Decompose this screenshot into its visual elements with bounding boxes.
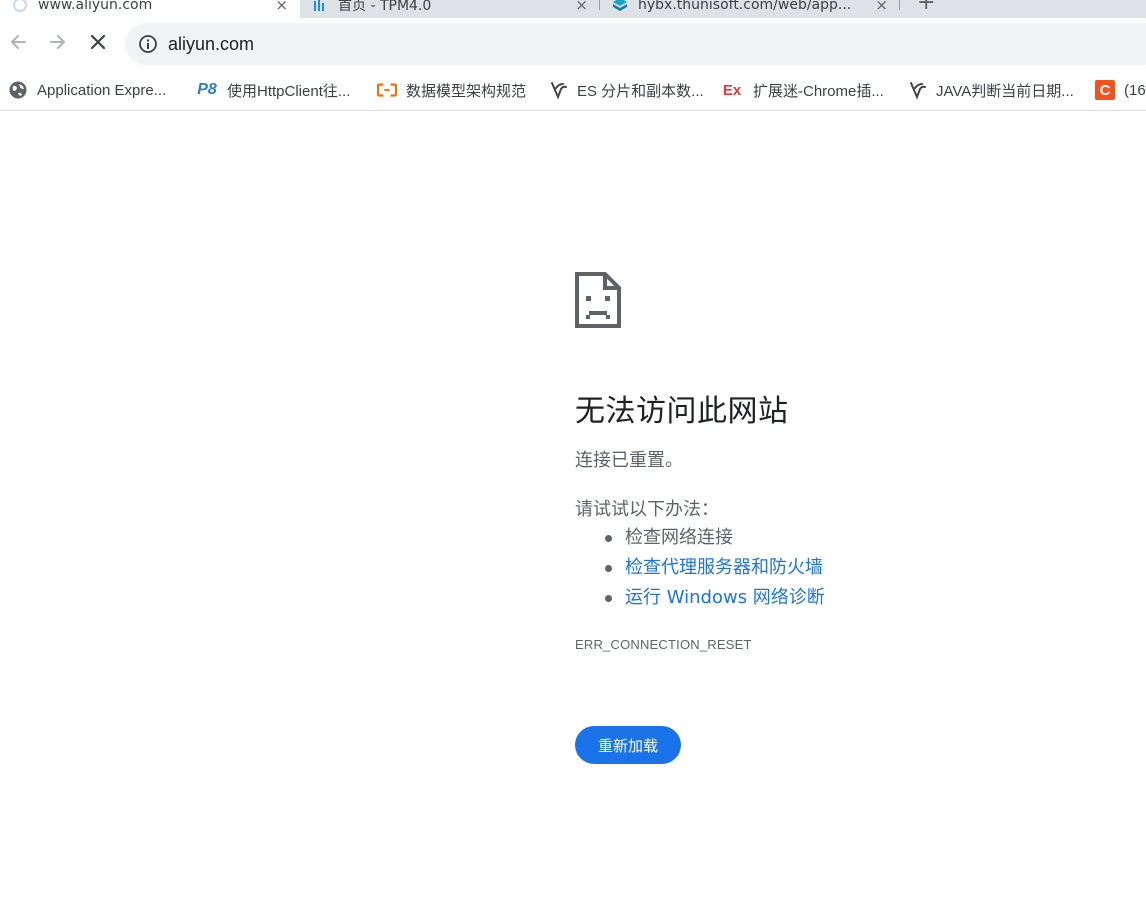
- bookmark-httpclient[interactable]: P8 使用HttpClient往...: [196, 79, 350, 101]
- bookmark-application-express[interactable]: Application Expre...: [8, 79, 166, 101]
- bookmark-extfans[interactable]: Ex 扩展迷-Chrome插...: [720, 79, 884, 101]
- forward-button[interactable]: [44, 28, 72, 56]
- close-icon: [90, 34, 106, 50]
- suggestions-list: 检查网络连接 检查代理服务器和防火墙 运行 Windows 网络诊断: [575, 523, 825, 613]
- tab-title: 首页 - TPM4.0: [338, 0, 432, 14]
- tab-separator: [899, 0, 900, 10]
- address-bar[interactable]: aliyun.com: [125, 23, 1146, 65]
- bookmark-java-date[interactable]: JAVA判断当前日期...: [907, 79, 1074, 101]
- bookmark-label: Application Expre...: [37, 81, 167, 99]
- arrow-right-icon: [50, 35, 65, 49]
- tab-strip: www.aliyun.com × 首页 - TPM4.0 × hybx.thun…: [0, 0, 1146, 18]
- chart-icon: [312, 0, 328, 13]
- bookmark-label: 使用HttpClient往...: [227, 82, 351, 100]
- suggestion-windows-diagnostics-link[interactable]: 运行 Windows 网络诊断: [575, 583, 825, 613]
- bookmark-label: JAVA判断当前日期...: [936, 82, 1074, 100]
- dev-icon: [548, 80, 568, 100]
- back-button[interactable]: [4, 28, 32, 56]
- suggestions-label: 请试试以下办法：: [575, 499, 719, 520]
- tab-close-icon[interactable]: ×: [275, 0, 288, 14]
- error-title: 无法访问此网站: [575, 394, 789, 429]
- globe-icon: [8, 80, 28, 100]
- error-message: 连接已重置。: [575, 450, 683, 471]
- loading-spinner-icon: [12, 0, 28, 13]
- tab-title: www.aliyun.com: [38, 0, 153, 13]
- toolbar: aliyun.com: [0, 18, 1146, 70]
- tab-hybx[interactable]: hybx.thunisoft.com/web/app... ×: [600, 0, 900, 18]
- bookmark-label: 数据模型架构规范: [406, 82, 527, 100]
- tab-title: hybx.thunisoft.com/web/app...: [638, 0, 852, 13]
- bookmark-label: 扩展迷-Chrome插...: [753, 82, 884, 100]
- cube-icon: [612, 0, 628, 13]
- bookmarks-bar: Application Expre... P8 使用HttpClient往...…: [0, 70, 1146, 111]
- new-tab-button[interactable]: +: [917, 0, 935, 15]
- aliyun-icon: [377, 80, 397, 100]
- suggestion-check-proxy-link[interactable]: 检查代理服务器和防火墙: [575, 553, 825, 583]
- dev-icon: [907, 80, 927, 100]
- info-icon[interactable]: [138, 34, 158, 58]
- tab-close-icon[interactable]: ×: [875, 0, 888, 14]
- tab-tpm[interactable]: 首页 - TPM4.0 ×: [300, 0, 600, 18]
- bookmark-csdn[interactable]: C (16: [1095, 79, 1146, 101]
- arrow-left-icon: [11, 35, 26, 49]
- bookmark-es-shards[interactable]: ES 分片和副本数...: [548, 79, 704, 101]
- reload-button[interactable]: 重新加载: [575, 726, 681, 764]
- bookmark-data-model[interactable]: 数据模型架构规范: [377, 79, 526, 101]
- address-text[interactable]: aliyun.com: [168, 34, 254, 55]
- csdn-icon: C: [1095, 80, 1115, 100]
- tab-close-icon[interactable]: ×: [575, 0, 588, 14]
- bookmark-label: (16: [1124, 81, 1146, 99]
- p8-icon: P8: [197, 81, 217, 98]
- error-code: ERR_CONNECTION_RESET: [575, 637, 752, 652]
- tab-aliyun[interactable]: www.aliyun.com ×: [0, 0, 300, 18]
- stop-button[interactable]: [84, 28, 112, 56]
- sad-document-icon: [575, 272, 621, 328]
- ex-icon: Ex: [722, 81, 742, 99]
- suggestion-check-network: 检查网络连接: [575, 523, 825, 553]
- bookmark-label: ES 分片和副本数...: [577, 82, 704, 100]
